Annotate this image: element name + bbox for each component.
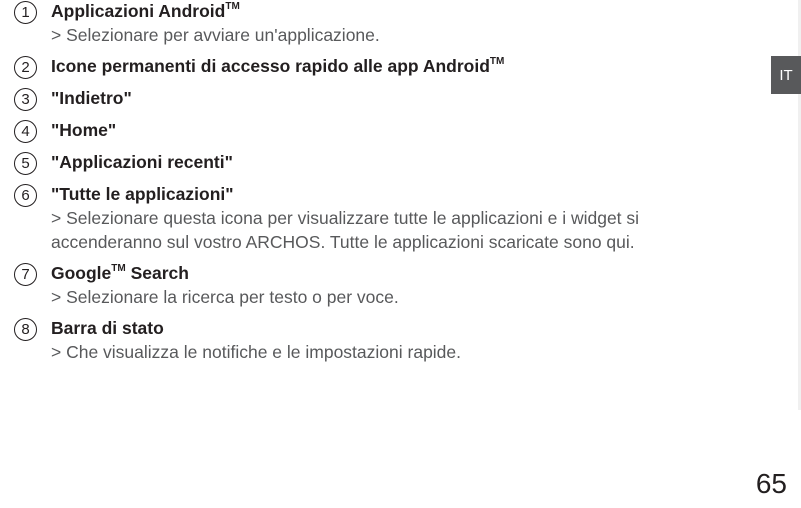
item-body: "Applicazioni recenti" (51, 151, 740, 175)
item-body: GoogleTM Search > Selezionare la ricerca… (51, 262, 740, 309)
num-circle-icon: 6 (14, 184, 37, 207)
list-item: 7 GoogleTM Search > Selezionare la ricer… (14, 262, 740, 309)
list-item: 4 "Home" (14, 119, 740, 143)
title-text: Applicazioni Android (51, 1, 225, 21)
item-body: "Home" (51, 119, 740, 143)
tm-mark: TM (111, 263, 125, 274)
item-title: "Tutte le applicazioni" (51, 184, 234, 204)
item-title: "Applicazioni recenti" (51, 152, 233, 172)
list-item: 2 Icone permanenti di accesso rapido all… (14, 55, 740, 79)
item-title: Barra di stato (51, 318, 164, 338)
num-circle-icon: 5 (14, 152, 37, 175)
item-title: GoogleTM Search (51, 263, 189, 283)
item-desc: > Selezionare per avviare un'applicazion… (51, 25, 380, 45)
list-item: 1 Applicazioni AndroidTM > Selezionare p… (14, 0, 740, 47)
num-circle-icon: 1 (14, 1, 37, 24)
item-title: "Indietro" (51, 88, 132, 108)
item-desc: > Selezionare questa icona per visualizz… (51, 208, 639, 252)
item-desc: > Che visualizza le notifiche e le impos… (51, 342, 461, 362)
title-text: Google (51, 263, 111, 283)
list-item: 3 "Indietro" (14, 87, 740, 111)
num-circle-icon: 3 (14, 88, 37, 111)
item-title: Icone permanenti di accesso rapido alle … (51, 56, 504, 76)
num-circle-icon: 4 (14, 120, 37, 143)
list-item: 5 "Applicazioni recenti" (14, 151, 740, 175)
item-body: Applicazioni AndroidTM > Selezionare per… (51, 0, 740, 47)
tm-mark: TM (225, 1, 239, 12)
item-title: "Home" (51, 120, 116, 140)
list-item: 8 Barra di stato > Che visualizza le not… (14, 317, 740, 364)
item-body: Icone permanenti di accesso rapido alle … (51, 55, 740, 79)
title-text: Icone permanenti di accesso rapido alle … (51, 56, 490, 76)
item-title: Applicazioni AndroidTM (51, 1, 240, 21)
item-desc: > Selezionare la ricerca per testo o per… (51, 287, 399, 307)
item-body: "Tutte le applicazioni" > Selezionare qu… (51, 183, 740, 254)
item-body: Barra di stato > Che visualizza le notif… (51, 317, 740, 364)
item-list: 1 Applicazioni AndroidTM > Selezionare p… (0, 0, 740, 365)
item-body: "Indietro" (51, 87, 740, 111)
num-circle-icon: 2 (14, 56, 37, 79)
num-circle-icon: 7 (14, 263, 37, 286)
language-tab: IT (771, 56, 801, 94)
page-number: 65 (756, 468, 787, 500)
tm-mark: TM (490, 56, 504, 67)
num-circle-icon: 8 (14, 318, 37, 341)
title-text: Search (126, 263, 189, 283)
list-item: 6 "Tutte le applicazioni" > Selezionare … (14, 183, 740, 254)
